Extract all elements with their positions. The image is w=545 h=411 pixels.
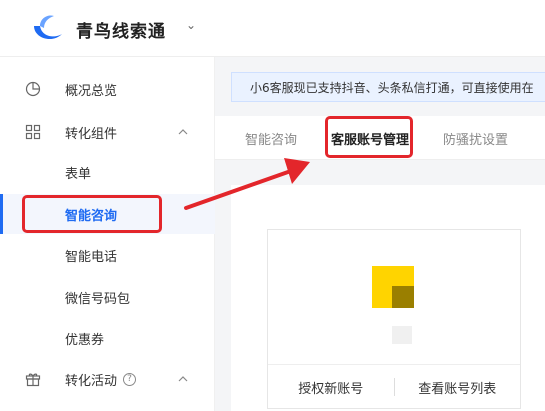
chevron-down-icon[interactable]: ⌄ (186, 18, 196, 32)
help-icon[interactable]: ? (123, 372, 137, 386)
sidebar-item-coupon[interactable]: 优惠券 (0, 318, 215, 358)
qr-code-block (392, 326, 412, 344)
sidebar-item-conversion-activity[interactable]: 转化活动 ? (0, 359, 215, 399)
sidebar-item-wechat-pack[interactable]: 微信号码包 (0, 277, 215, 317)
grid-icon (24, 123, 42, 141)
sidebar-item-label: 微信号码包 (65, 291, 131, 307)
card-actions: 授权新账号 查看账号列表 (268, 364, 520, 409)
view-account-list-button[interactable]: 查看账号列表 (395, 378, 521, 397)
sidebar-item-label: 概况总览 (65, 83, 118, 99)
chevron-up-icon[interactable] (178, 373, 188, 386)
tab-anti-harassment[interactable]: 防骚扰设置 (443, 129, 508, 148)
sidebar-item-label-wrap: 转化活动 ? (65, 370, 137, 389)
highlight-box-sidebar (22, 195, 162, 233)
authorize-new-account-button[interactable]: 授权新账号 (268, 378, 394, 397)
gift-icon (24, 370, 42, 388)
brand-name[interactable]: 青鸟线索通 (76, 17, 166, 42)
sidebar-item-form[interactable]: 表单 (0, 152, 215, 192)
sidebar-item-label: 智能电话 (65, 249, 118, 265)
sidebar-item-label: 优惠券 (65, 332, 105, 348)
qr-code-block (392, 286, 414, 308)
content-panel: 授权新账号 查看账号列表 (231, 185, 545, 411)
chevron-up-icon[interactable] (178, 126, 188, 139)
account-card: 授权新账号 查看账号列表 (267, 229, 521, 409)
tab-smart-consult[interactable]: 智能咨询 (245, 129, 297, 148)
app-header: 青鸟线索通 ⌄ (0, 0, 545, 57)
highlight-box-tab (325, 116, 413, 158)
sidebar-item-overview[interactable]: 概况总览 (0, 69, 215, 109)
sidebar-item-label: 表单 (65, 166, 92, 182)
sidebar: 概况总览 转化组件 表单 智能咨询 智能电话 微信号码包 优惠券 转化活动 ? (0, 57, 215, 411)
pie-chart-icon (24, 80, 42, 98)
sidebar-item-smart-phone[interactable]: 智能电话 (0, 235, 215, 275)
main-content: 小6客服现已支持抖音、头条私信打通，可直接使用在 智能咨询 客服账号管理 防骚扰… (215, 57, 545, 411)
sidebar-item-conversion-components[interactable]: 转化组件 (0, 112, 215, 152)
bird-logo-icon[interactable] (30, 12, 66, 44)
sidebar-item-label: 转化活动 (65, 373, 118, 389)
active-indicator (0, 194, 3, 234)
notice-banner: 小6客服现已支持抖音、头条私信打通，可直接使用在 (231, 72, 545, 102)
sidebar-item-label: 转化组件 (65, 126, 118, 142)
